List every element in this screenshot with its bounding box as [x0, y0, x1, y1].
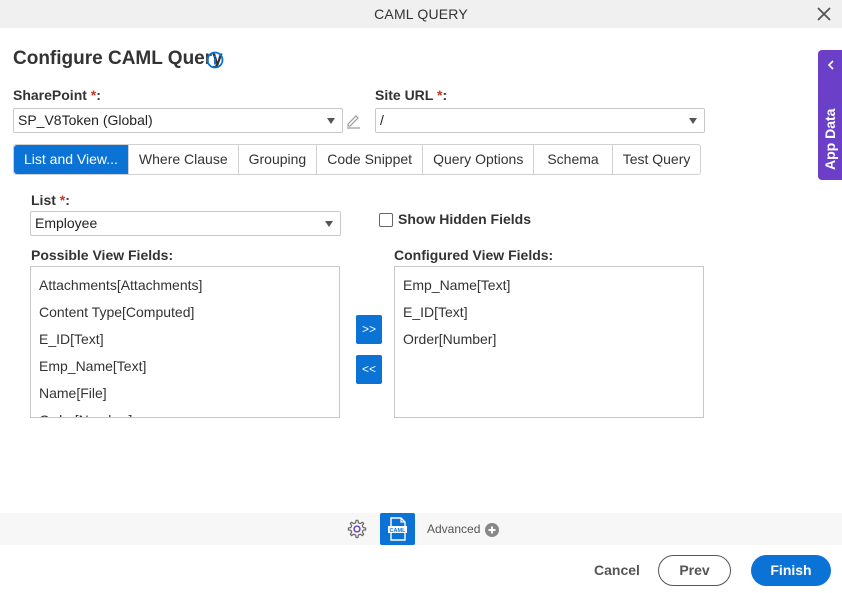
tab-code-snippet[interactable]: Code Snippet — [317, 145, 424, 174]
list-item[interactable]: E_ID[Text] — [395, 299, 703, 326]
list-item[interactable]: Name[File] — [31, 380, 339, 407]
dropdown-arrow-icon — [325, 221, 333, 227]
sharepoint-select-value: SP_V8Token (Global) — [18, 112, 153, 128]
possible-view-fields-list[interactable]: Attachments[Attachments] Content Type[Co… — [30, 266, 340, 418]
plus-circle-icon[interactable] — [485, 523, 499, 537]
list-item[interactable]: Attachments[Attachments] — [31, 272, 339, 299]
app-data-panel-toggle[interactable]: App Data — [818, 50, 842, 180]
possible-view-fields-label: Possible View Fields: — [31, 247, 174, 263]
finish-button[interactable]: Finish — [751, 555, 831, 586]
advanced-label[interactable]: Advanced — [427, 522, 480, 536]
tab-test-query[interactable]: Test Query — [613, 145, 701, 174]
tab-query-options[interactable]: Query Options — [423, 145, 535, 174]
sharepoint-label-text: SharePoint — [13, 87, 87, 103]
prev-button[interactable]: Prev — [658, 555, 731, 586]
site-url-label: Site URL *: — [375, 87, 447, 103]
label-suffix: : — [96, 87, 101, 103]
list-label-text: List — [31, 192, 56, 208]
bottom-toolbar — [0, 513, 842, 545]
dropdown-arrow-icon — [689, 118, 697, 124]
list-item[interactable]: Order[Number] — [31, 407, 339, 417]
site-url-label-text: Site URL — [375, 87, 434, 103]
list-select[interactable]: Employee — [30, 211, 341, 236]
label-suffix: : — [442, 87, 448, 103]
dialog-titlebar: CAML QUERY — [0, 0, 842, 28]
tab-schema[interactable]: Schema — [534, 145, 613, 174]
list-item[interactable]: Content Type[Computed] — [31, 299, 339, 326]
chevron-left-icon — [827, 60, 834, 70]
close-icon[interactable] — [814, 4, 834, 24]
site-url-select[interactable]: / — [375, 108, 705, 133]
app-data-label: App Data — [822, 108, 838, 170]
show-hidden-fields-label: Show Hidden Fields — [398, 211, 532, 227]
list-item[interactable]: Order[Number] — [395, 326, 703, 353]
dropdown-arrow-icon — [327, 118, 335, 124]
tab-list-and-view[interactable]: List and View... — [14, 145, 129, 174]
configured-view-fields-list[interactable]: Emp_Name[Text] E_ID[Text] Order[Number] — [394, 266, 704, 418]
sharepoint-label: SharePoint *: — [13, 87, 101, 103]
page-title: Configure CAML Query — [13, 48, 223, 69]
caml-file-icon: CAML — [388, 517, 407, 541]
label-suffix: : — [65, 192, 70, 208]
list-item[interactable]: Emp_Name[Text] — [31, 353, 339, 380]
tab-grouping[interactable]: Grouping — [239, 145, 318, 174]
cancel-button[interactable]: Cancel — [594, 562, 640, 578]
info-icon[interactable] — [206, 51, 224, 69]
tab-bar: List and View... Where Clause Grouping C… — [13, 144, 702, 175]
edit-pencil-icon[interactable] — [345, 112, 362, 129]
list-item[interactable]: E_ID[Text] — [31, 326, 339, 353]
configured-view-fields-label: Configured View Fields: — [394, 247, 554, 263]
remove-field-button[interactable]: << — [356, 355, 382, 384]
list-item[interactable]: Emp_Name[Text] — [395, 272, 703, 299]
caml-icon-button[interactable]: CAML — [380, 513, 415, 545]
show-hidden-fields-checkbox[interactable] — [379, 213, 393, 227]
list-select-value: Employee — [35, 215, 98, 231]
tab-where-clause[interactable]: Where Clause — [129, 145, 239, 174]
gear-icon[interactable] — [346, 518, 368, 540]
site-url-select-value: / — [380, 112, 384, 128]
dialog-title: CAML QUERY — [374, 6, 468, 22]
list-label: List *: — [31, 192, 70, 208]
add-field-button[interactable]: >> — [356, 315, 382, 344]
caml-icon-text: CAML — [390, 528, 407, 534]
sharepoint-select[interactable]: SP_V8Token (Global) — [13, 108, 343, 133]
